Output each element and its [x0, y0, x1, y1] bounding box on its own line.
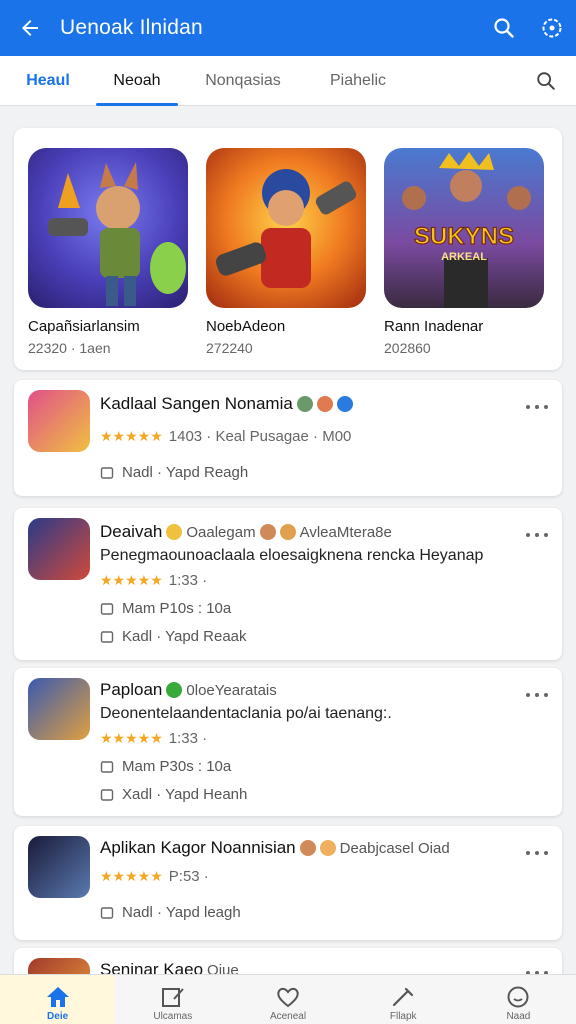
avatar-badge: [316, 396, 333, 412]
bag-icon: [100, 907, 114, 919]
avatar-badge: [279, 524, 296, 540]
bottom-navigation: Deie Ulcamas Aceneal Fllapk Naad: [0, 974, 576, 1024]
bag-icon: [100, 631, 114, 643]
settings-button[interactable]: [528, 0, 576, 56]
more-options-button[interactable]: [526, 688, 548, 702]
item-subtitle-2: AvleaMtera8e: [299, 523, 392, 541]
nav-games[interactable]: Fllapk: [346, 975, 461, 1024]
featured-card[interactable]: NoebAdeon 272240: [206, 128, 378, 370]
rating-text: 1403 · Keal Pusagae · M00: [168, 427, 352, 445]
featured-overlay-subtitle: ARKEAL: [441, 251, 487, 263]
avatar-badge: [319, 840, 336, 856]
rating-text: 1:33 ·: [168, 729, 208, 747]
more-options-button[interactable]: [526, 400, 548, 414]
avatar-badge: [296, 396, 313, 412]
search-icon: [494, 18, 514, 38]
page-title: Uenoak Ilnidan: [60, 16, 203, 39]
item-subtitle: Deabjcasel Oiad: [339, 839, 450, 857]
item-meta: Mam P10s : 10a: [122, 599, 232, 617]
featured-meta: 272240: [206, 340, 253, 356]
item-meta: Xadl · Yapd Heanh: [122, 785, 248, 803]
app-icon: [28, 836, 90, 898]
profile-icon: [507, 986, 529, 1008]
nav-label: Fllapk: [389, 1011, 417, 1022]
back-button[interactable]: [0, 0, 60, 56]
app-bar: Uenoak Ilnidan: [0, 0, 576, 56]
item-meta: Mam P30s : 10a: [122, 757, 232, 775]
nav-label: Ulcamas: [153, 1011, 193, 1022]
list-item[interactable]: Paploan 0loeYearatais Deonentelaandentacl…: [14, 668, 562, 816]
game-artwork: [28, 148, 188, 308]
rating-text: 1:33 ·: [168, 571, 208, 589]
home-icon: [46, 987, 69, 1007]
item-description: Penegmaounoaclaala eloesaigknena rencka …: [100, 547, 484, 564]
nav-label: Naad: [506, 1011, 531, 1022]
edit-icon: [161, 988, 184, 1007]
item-title: Deaivah: [100, 522, 163, 541]
heart-icon: [277, 987, 299, 1008]
more-options-button[interactable]: [526, 528, 548, 542]
tool-icon: [393, 987, 414, 1007]
app-icon: [28, 390, 90, 452]
featured-meta: 202860: [384, 340, 431, 356]
search-button[interactable]: [480, 0, 528, 56]
featured-carousel[interactable]: Capañsiarlansim 22320 · 1aen NoebAdeon 2…: [14, 128, 562, 370]
rating-stars: ★★★★★: [100, 867, 163, 884]
item-subtitle: Oaalegam: [186, 523, 256, 541]
featured-overlay-title: SUKYNS: [414, 223, 514, 250]
nav-updates[interactable]: Ulcamas: [115, 975, 230, 1024]
nav-label: Deie: [47, 1011, 69, 1022]
item-title: Paploan: [100, 680, 163, 699]
featured-name: NoebAdeon: [206, 318, 286, 335]
more-options-button[interactable]: [526, 846, 548, 860]
rating-stars: ★★★★★: [100, 571, 163, 588]
tab-search-button[interactable]: [516, 56, 576, 106]
app-icon: [28, 518, 90, 580]
rating-stars: ★★★★★: [100, 427, 163, 444]
featured-name: Rann Inadenar: [384, 318, 484, 335]
nav-home[interactable]: Deie: [0, 975, 116, 1024]
tab-bar: Heaul Neoah Nonqasias Piahelic: [0, 56, 576, 106]
featured-card[interactable]: Capañsiarlansim 22320 · 1aen: [28, 128, 200, 370]
app-icon: [28, 678, 90, 740]
featured-meta: 22320 · 1aen: [28, 340, 111, 356]
nav-favorites[interactable]: Aceneal: [230, 975, 345, 1024]
arrow-left-icon: [22, 20, 38, 36]
bag-icon: [100, 603, 114, 615]
game-artwork: SUKYNS ARKEAL: [384, 148, 544, 308]
verified-icon: [336, 396, 353, 412]
bag-icon: [100, 789, 114, 801]
tab-neoah[interactable]: Neoah: [96, 56, 178, 106]
list-item[interactable]: Deaivah Oaalegam AvleaMtera8e Penegmaounoa…: [14, 508, 562, 660]
item-description: Deonentelaandentaclania po/ai taenang:.: [100, 705, 392, 722]
rating-stars: ★★★★★: [100, 729, 163, 746]
tab-piahelic[interactable]: Piahelic: [308, 56, 408, 106]
rating-text: P:53 ·: [168, 867, 209, 885]
settings-icon: [542, 18, 562, 38]
tab-heaul[interactable]: Heaul: [0, 56, 96, 106]
item-title: Aplikan Kagor Noannisian: [100, 838, 296, 857]
list-item[interactable]: Aplikan Kagor Noannisian Deabjcasel Oiad …: [14, 826, 562, 940]
item-meta: Nadl · Yapd leagh: [122, 903, 241, 921]
bag-icon: [100, 467, 114, 479]
bag-icon: [100, 761, 114, 773]
tab-nonqasias[interactable]: Nonqasias: [178, 56, 308, 106]
item-title: Kadlaal Sangen Nonamia: [100, 394, 293, 413]
verified-icon: [166, 682, 183, 698]
featured-card[interactable]: SUKYNS ARKEAL Rann Inadenar 202860: [384, 128, 556, 370]
item-subtitle: 0loeYearatais: [186, 681, 277, 699]
emoji-icon: [166, 524, 183, 540]
item-meta: Nadl · Yapd Reagh: [122, 463, 249, 481]
nav-label: Aceneal: [269, 1011, 307, 1022]
nav-account[interactable]: Naad: [461, 975, 576, 1024]
list-item[interactable]: Kadlaal Sangen Nonamia ★★★★★ 1403 · Keal …: [14, 380, 562, 496]
item-meta: Kadl · Yapd Reaak: [122, 627, 247, 645]
avatar-badge: [259, 524, 276, 540]
featured-name: Capañsiarlansim: [28, 318, 140, 335]
search-icon: [537, 71, 555, 90]
avatar-badge: [299, 840, 316, 856]
game-artwork: [206, 148, 366, 308]
